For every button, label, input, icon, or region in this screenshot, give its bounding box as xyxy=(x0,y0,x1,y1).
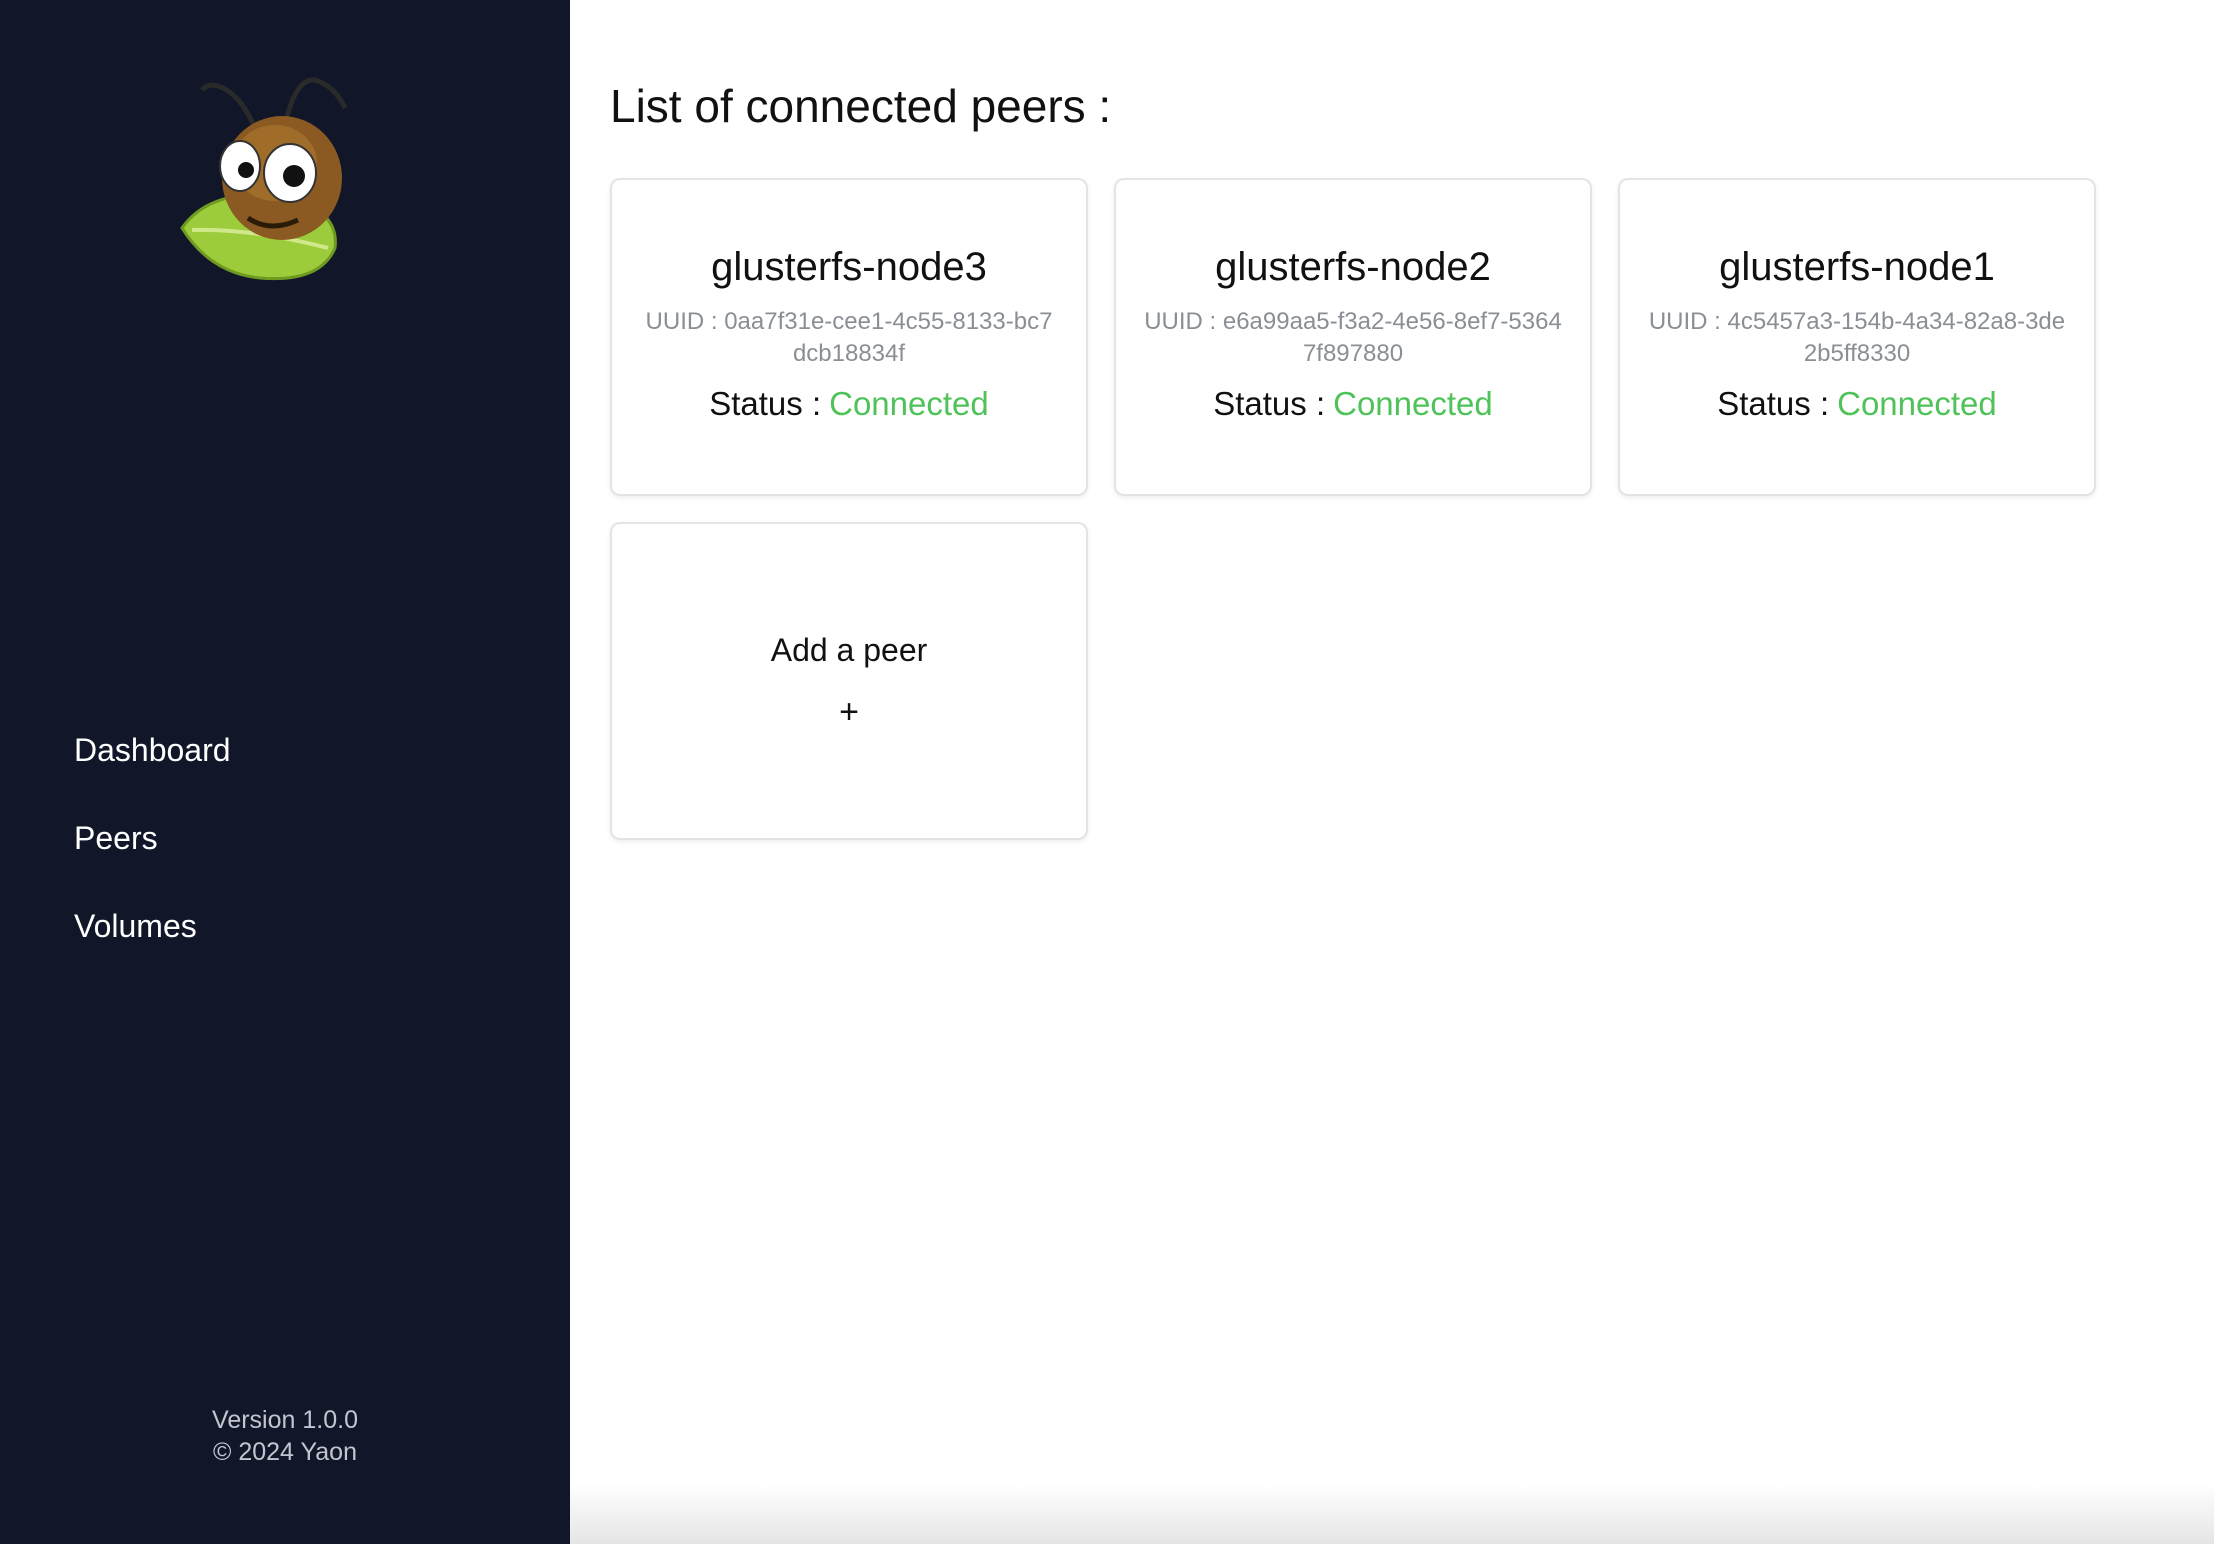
add-peer-label: Add a peer xyxy=(770,632,928,668)
main-content: List of connected peers : glusterfs-node… xyxy=(570,0,2214,1544)
status-value: Connected xyxy=(1837,385,1997,422)
add-peer-card[interactable]: Add a peer + xyxy=(610,522,1088,840)
peer-card: glusterfs-node2 UUID : e6a99aa5-f3a2-4e5… xyxy=(1114,178,1592,496)
status-label: Status : xyxy=(1717,385,1830,422)
peer-status: Status : Connected xyxy=(1116,384,1590,424)
peer-card: glusterfs-node1 UUID : 4c5457a3-154b-4a3… xyxy=(1618,178,2096,496)
peer-status: Status : Connected xyxy=(612,384,1086,424)
gluster-ant-logo xyxy=(180,77,348,281)
plus-icon: + xyxy=(839,693,859,731)
copyright-text: © 2024 Yaon xyxy=(212,1438,357,1466)
version-text: Version 1.0.0 xyxy=(212,1406,358,1434)
peer-uuid: UUID : 4c5457a3-154b-4a34-82a8-3de2b5ff8… xyxy=(1648,308,2066,367)
status-label: Status : xyxy=(709,385,822,422)
peer-uuid: UUID : e6a99aa5-f3a2-4e56-8ef7-53647f897… xyxy=(1144,308,1562,367)
peer-name: glusterfs-node1 xyxy=(1719,245,1995,289)
peer-uuid: UUID : 0aa7f31e-cee1-4c55-8133-bc7dcb188… xyxy=(645,308,1053,367)
peer-card: glusterfs-node3 UUID : 0aa7f31e-cee1-4c5… xyxy=(610,178,1088,496)
status-value: Connected xyxy=(829,385,989,422)
status-label: Status : xyxy=(1213,385,1326,422)
nav-item-peers[interactable]: Peers xyxy=(74,818,231,906)
status-value: Connected xyxy=(1333,385,1493,422)
peer-name: glusterfs-node2 xyxy=(1215,245,1491,289)
page-title: List of connected peers : xyxy=(610,80,1112,132)
sidebar-footer: Version 1.0.0 © 2024 Yaon xyxy=(0,1404,570,1468)
sidebar: Dashboard Peers Volumes Version 1.0.0 © … xyxy=(0,0,570,1544)
nav-item-dashboard[interactable]: Dashboard xyxy=(74,730,231,818)
peer-status: Status : Connected xyxy=(1620,384,2094,424)
peer-name: glusterfs-node3 xyxy=(711,245,987,289)
sidebar-nav: Dashboard Peers Volumes xyxy=(74,730,231,994)
nav-item-volumes[interactable]: Volumes xyxy=(74,906,231,994)
